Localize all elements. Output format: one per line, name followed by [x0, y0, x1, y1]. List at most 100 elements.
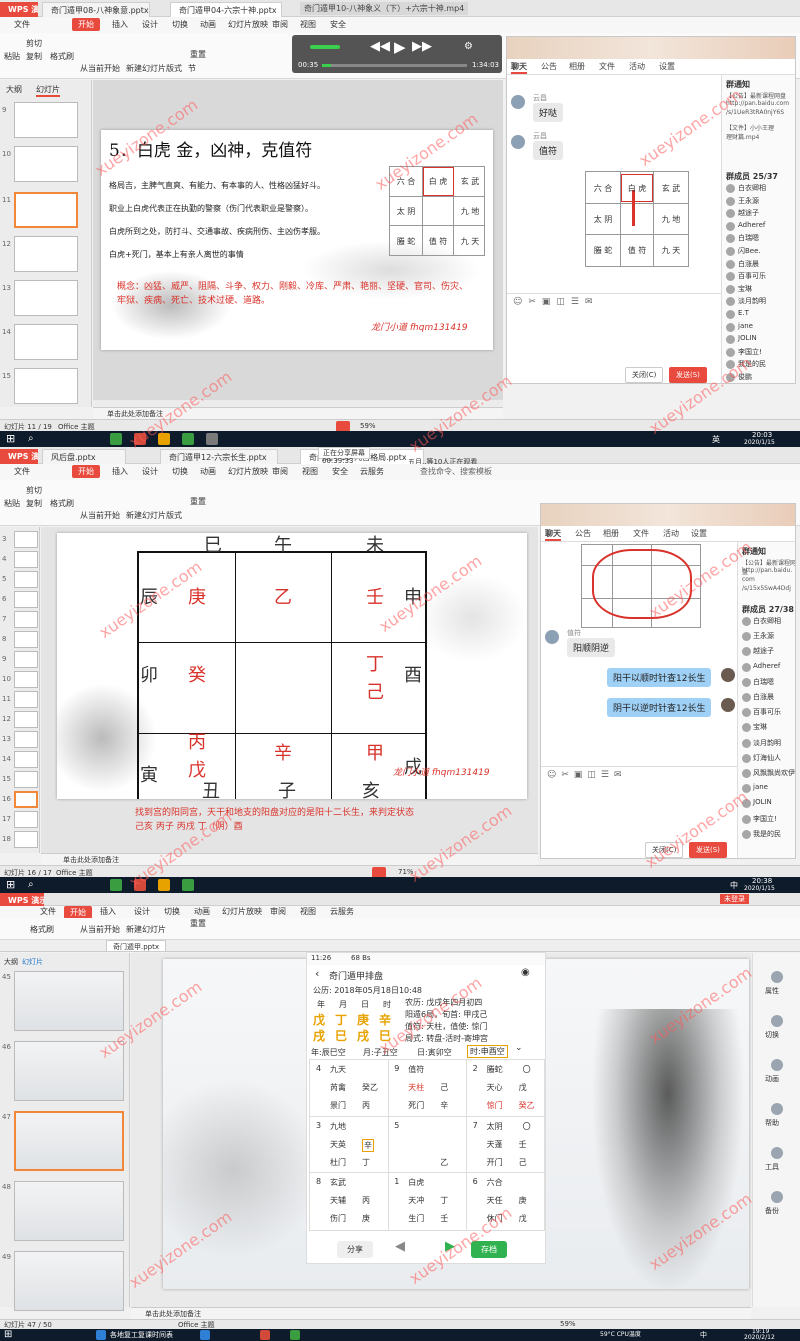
- layout-button[interactable]: 版式: [166, 63, 182, 74]
- avatar[interactable]: [545, 630, 559, 644]
- new-slide-button[interactable]: 新建幻灯片: [126, 63, 166, 74]
- taskbar-app-icon[interactable]: [134, 879, 146, 891]
- menu-review[interactable]: 审阅: [272, 19, 288, 30]
- member-avatar[interactable]: [742, 814, 751, 824]
- notice-line[interactable]: /s/15x5SwA4Ddj: [742, 585, 791, 592]
- pane-icon[interactable]: [771, 1191, 783, 1203]
- chevron-down-icon[interactable]: ⌄: [515, 1043, 523, 1053]
- slide-thumbnail[interactable]: [14, 1041, 124, 1101]
- chat-image-grid[interactable]: 六 合 白 虎 玄 武 太 阴 九 地 螣 蛇 值 符 九 天: [585, 171, 689, 267]
- share-button[interactable]: 分享: [337, 1241, 373, 1258]
- member-name[interactable]: 闪Bee.: [738, 246, 761, 256]
- slide-thumbnail[interactable]: [14, 368, 78, 404]
- next-arrow-icon[interactable]: ▶: [445, 1239, 455, 1254]
- menu-security[interactable]: 安全: [332, 466, 348, 477]
- notice-line[interactable]: /s/1UeR3tRA0njY6S: [726, 109, 784, 116]
- pane-icon[interactable]: [771, 1059, 783, 1071]
- chat-image-annotated-grid[interactable]: [581, 544, 701, 628]
- taskbar-app-icon[interactable]: [182, 433, 194, 445]
- video-seek-bar[interactable]: [322, 64, 467, 67]
- member-name[interactable]: JOLIN: [738, 334, 757, 342]
- menu-design[interactable]: 设计: [142, 466, 158, 477]
- member-name[interactable]: 李国立!: [753, 814, 777, 824]
- slide[interactable]: 5．白虎 金，凶神，克值符 格局吉，主脾气直爽、有能力、有本事的人、性格凶猛好斗…: [101, 130, 493, 350]
- outline-tab[interactable]: 大纲: [6, 84, 22, 95]
- avatar[interactable]: [721, 668, 735, 682]
- member-avatar[interactable]: [742, 677, 751, 687]
- menu-insert[interactable]: 插入: [100, 906, 116, 917]
- doc-tab-2[interactable]: 奇门遁甲04-六宗十神.pptx: [170, 2, 282, 17]
- slide-thumbnail[interactable]: [14, 811, 38, 828]
- taskbar-app-icon[interactable]: [182, 879, 194, 891]
- member-avatar[interactable]: [726, 184, 735, 193]
- tab-notice[interactable]: 公告: [575, 528, 591, 539]
- menu-animation[interactable]: 动画: [194, 906, 210, 917]
- from-current-button[interactable]: 从当前开始: [80, 63, 120, 74]
- taskbar-app-icon[interactable]: [158, 433, 170, 445]
- member-name[interactable]: 我是的民: [753, 829, 781, 839]
- member-name[interactable]: 白衣卿相: [738, 183, 766, 193]
- menu-transition[interactable]: 切换: [164, 906, 180, 917]
- pane-icon[interactable]: [771, 1147, 783, 1159]
- member-name[interactable]: 白瑞嗯: [738, 233, 759, 243]
- taskbar-app-icon[interactable]: [110, 879, 122, 891]
- menu-insert[interactable]: 插入: [112, 466, 128, 477]
- new-slide-button[interactable]: 新建幻灯片: [126, 510, 166, 521]
- wps-app-badge[interactable]: WPS 演示: [0, 449, 38, 464]
- pane-icon[interactable]: [771, 1015, 783, 1027]
- menu-view[interactable]: 视图: [302, 466, 318, 477]
- member-avatar[interactable]: [742, 647, 751, 657]
- paste-button[interactable]: 粘贴: [4, 51, 20, 62]
- menu-file[interactable]: 文件: [14, 466, 30, 477]
- slide-thumbnail-selected[interactable]: [14, 1111, 124, 1171]
- emoji-toolbar-icon[interactable]: ☺✂▣◫☰✉: [513, 297, 599, 307]
- member-avatar[interactable]: [726, 196, 735, 206]
- member-avatar[interactable]: [726, 360, 735, 370]
- member-avatar[interactable]: [726, 373, 735, 382]
- windows-start-icon[interactable]: ⊞: [4, 1329, 12, 1340]
- avatar[interactable]: [721, 698, 735, 712]
- member-avatar[interactable]: [726, 335, 735, 345]
- notes-pane[interactable]: 单击此处添加备注: [93, 407, 503, 419]
- input-lang[interactable]: 英: [712, 434, 720, 445]
- tab-settings[interactable]: 设置: [691, 528, 707, 539]
- member-avatar[interactable]: [726, 284, 735, 294]
- member-avatar[interactable]: [742, 738, 751, 748]
- doc-tab-1[interactable]: 奇门遁甲08-八神象意.pptx: [42, 2, 150, 17]
- tab-chat[interactable]: 聊天: [511, 61, 527, 74]
- member-name[interactable]: JOLIN: [753, 798, 772, 806]
- menu-review[interactable]: 审阅: [270, 906, 286, 917]
- reset-button[interactable]: 重置: [190, 918, 206, 929]
- forward-icon[interactable]: ▶▶: [412, 39, 432, 54]
- notice-line[interactable]: http://pan.baidu.com: [726, 100, 789, 107]
- kong-hour[interactable]: 时:申酉空: [467, 1045, 508, 1058]
- emoji-toolbar-icon[interactable]: ☺✂▣◫☰✉: [547, 770, 627, 780]
- member-avatar[interactable]: [742, 723, 751, 733]
- slide-thumbnail[interactable]: [14, 591, 38, 608]
- slide-thumbnail[interactable]: [14, 631, 38, 648]
- taskbar-item[interactable]: 各地复工复课时间表: [110, 1330, 173, 1340]
- notice-line[interactable]: http://pan.baidu.: [742, 567, 792, 574]
- slide-thumbnail-selected[interactable]: [14, 791, 38, 808]
- member-avatar[interactable]: [726, 247, 735, 256]
- member-name[interactable]: 李国立!: [738, 347, 762, 357]
- menu-file[interactable]: 文件: [40, 906, 56, 917]
- taskbar-app-icon[interactable]: [206, 433, 218, 445]
- from-current-button[interactable]: 从当前开始: [80, 510, 120, 521]
- member-avatar[interactable]: [726, 322, 735, 332]
- menu-design[interactable]: 设计: [142, 19, 158, 30]
- menu-transition[interactable]: 切换: [172, 466, 188, 477]
- member-avatar[interactable]: [742, 769, 751, 778]
- avatar[interactable]: [511, 95, 525, 109]
- member-avatar[interactable]: [742, 708, 751, 718]
- member-name[interactable]: 王永源: [738, 196, 759, 206]
- new-slide-button[interactable]: 新建幻灯片: [126, 924, 166, 935]
- settings-icon[interactable]: ⚙: [464, 41, 473, 52]
- input-lang[interactable]: 中: [700, 1330, 707, 1340]
- slide-thumbnail[interactable]: [14, 1251, 124, 1311]
- member-name[interactable]: 俊鹏: [738, 372, 752, 382]
- menu-review[interactable]: 审阅: [272, 466, 288, 477]
- eye-icon[interactable]: ◉: [521, 967, 530, 978]
- notes-pane[interactable]: 单击此处添加备注: [131, 1307, 751, 1319]
- input-lang[interactable]: 中: [730, 880, 738, 891]
